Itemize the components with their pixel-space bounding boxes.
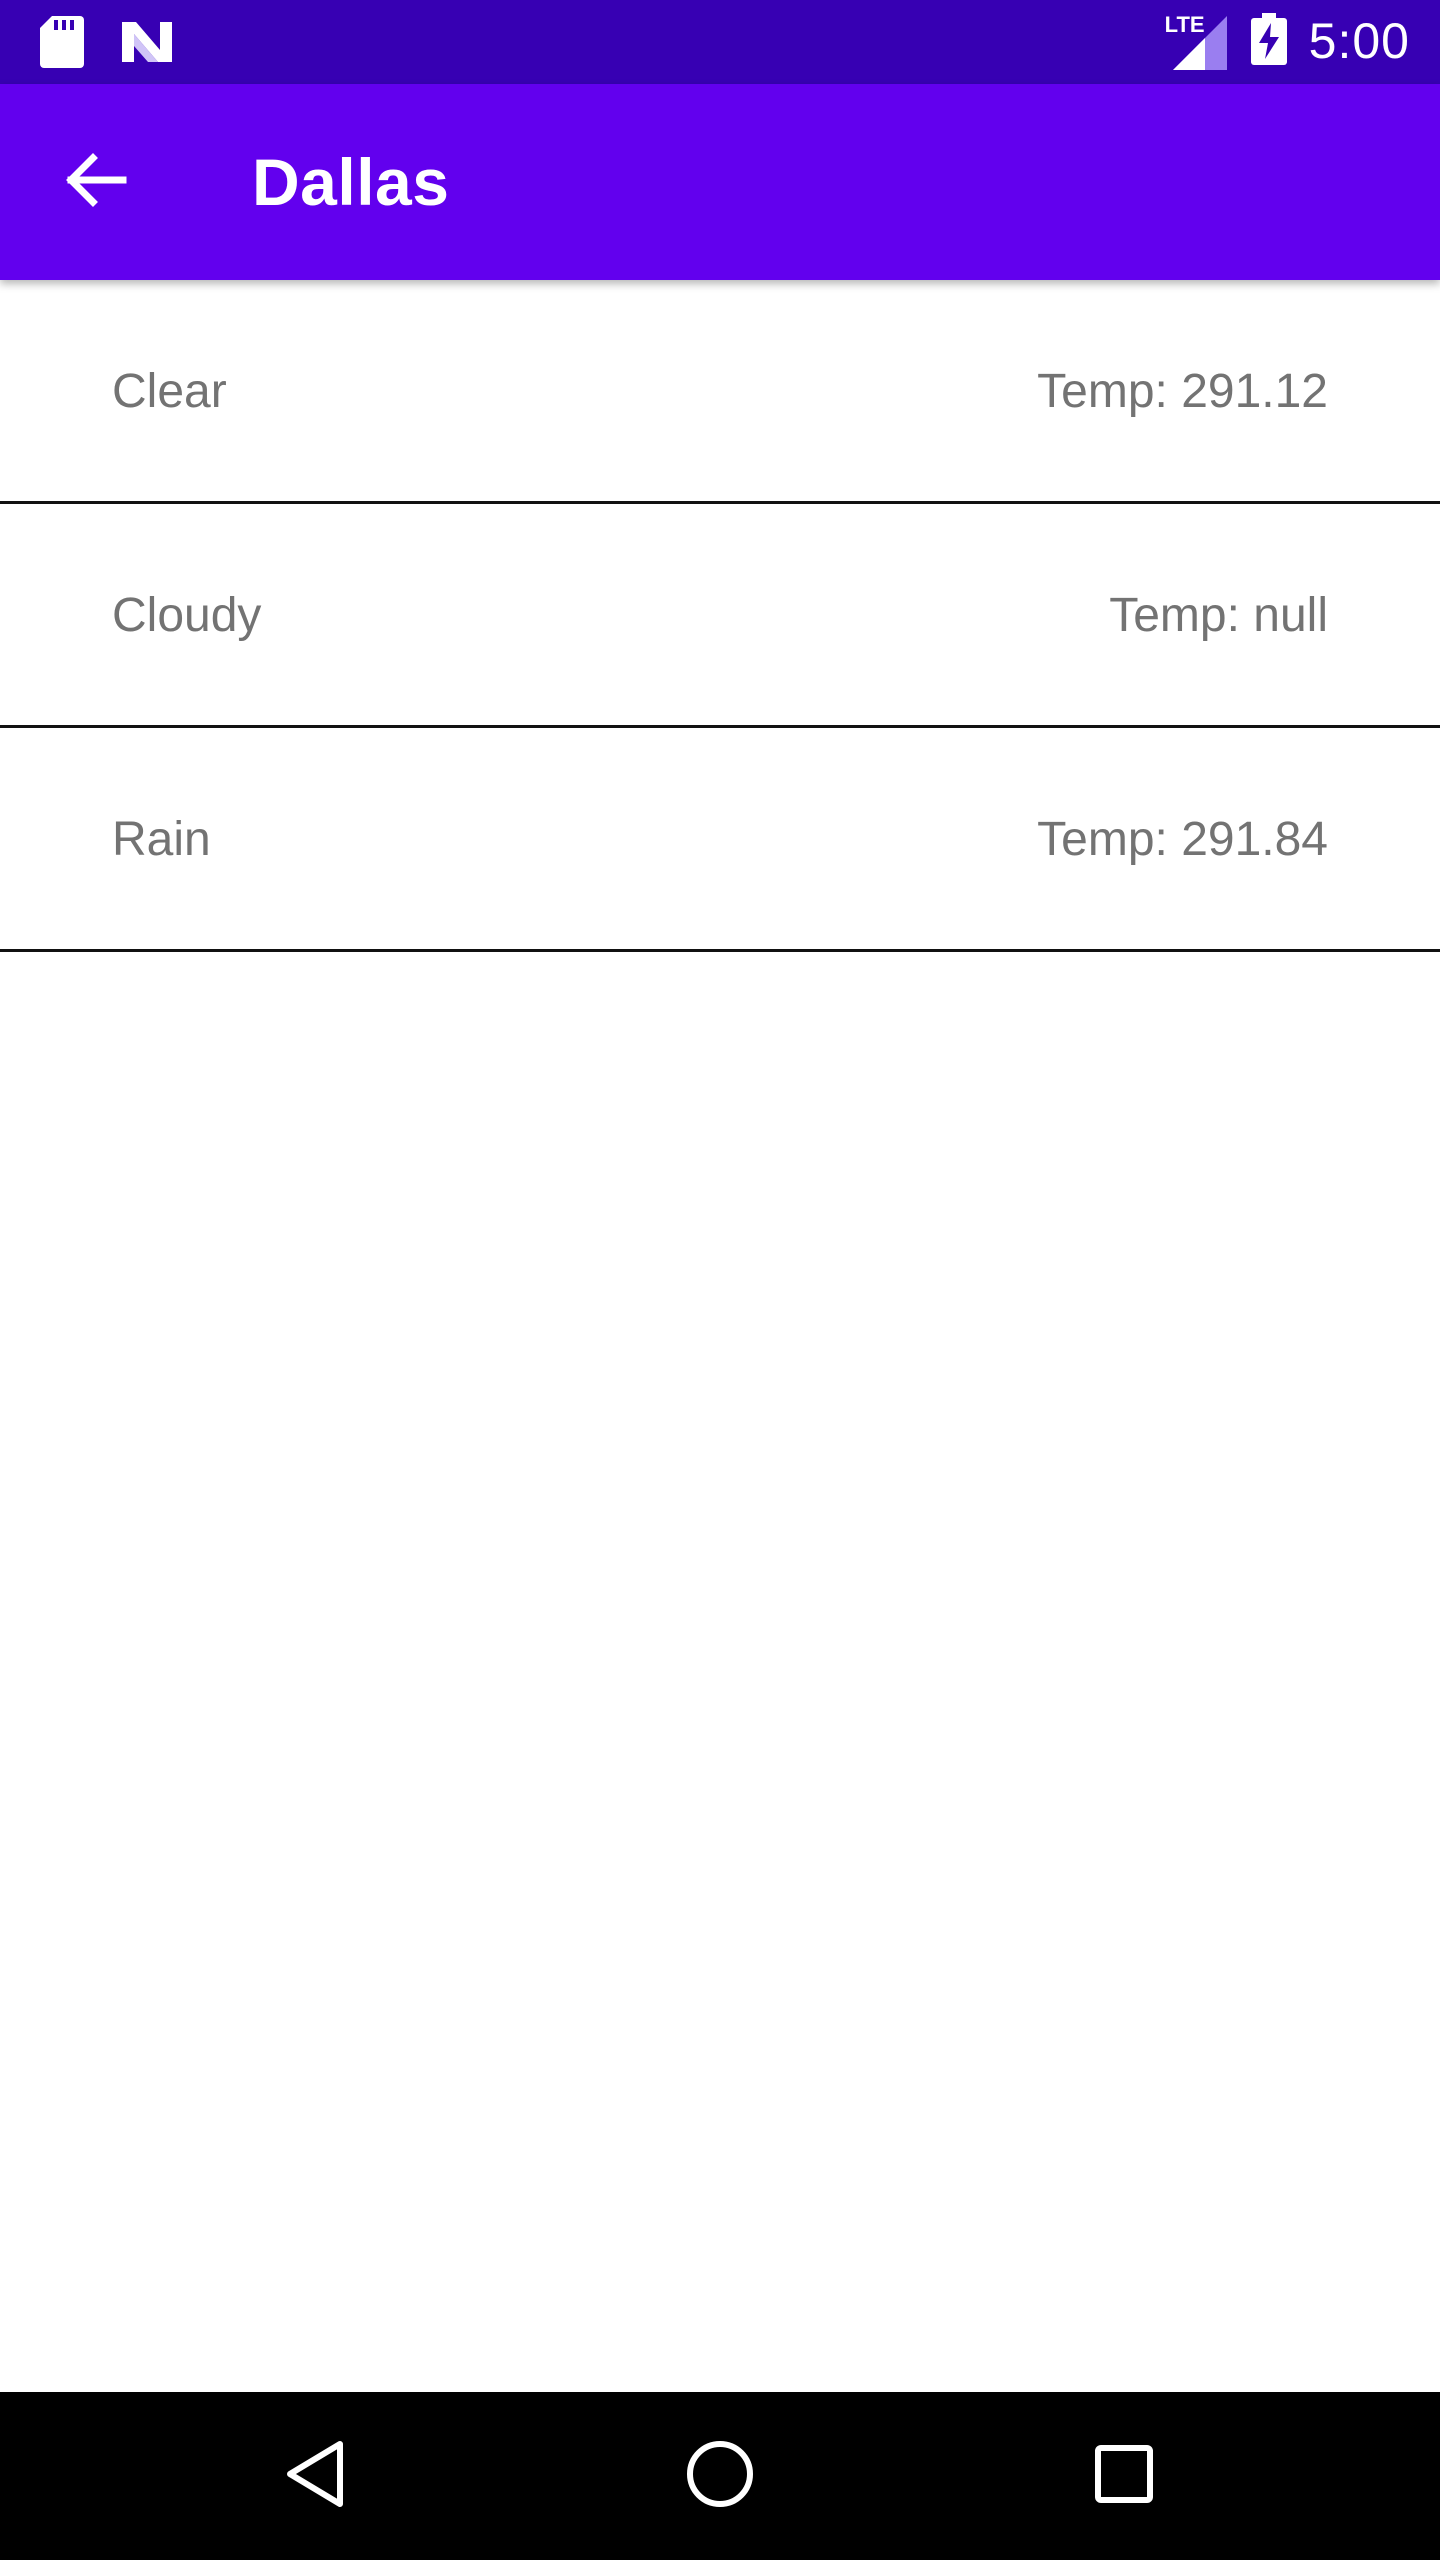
status-bar: LTE 5:00 (0, 0, 1440, 84)
temperature-value: Temp: 291.84 (1037, 813, 1328, 866)
recents-square-icon (1093, 2443, 1155, 2510)
home-circle-icon (685, 2439, 755, 2514)
list-item[interactable]: Clear Temp: 291.12 (0, 280, 1440, 504)
forecast-list: Clear Temp: 291.12 Cloudy Temp: null Rai… (0, 280, 1440, 952)
list-item[interactable]: Cloudy Temp: null (0, 504, 1440, 728)
weather-condition: Clear (112, 365, 227, 418)
nav-recents-button[interactable] (1074, 2426, 1174, 2526)
temperature-value: Temp: 291.12 (1037, 365, 1328, 418)
signal-icon: LTE (1165, 10, 1229, 72)
temperature-value: Temp: null (1109, 589, 1328, 642)
navigation-bar (0, 2392, 1440, 2560)
nav-home-button[interactable] (670, 2426, 770, 2526)
status-time: 5:00 (1308, 13, 1410, 69)
list-item[interactable]: Rain Temp: 291.84 (0, 728, 1440, 952)
weather-condition: Cloudy (112, 589, 262, 642)
weather-condition: Rain (112, 813, 211, 866)
back-button[interactable] (50, 142, 140, 222)
page-title: Dallas (252, 145, 450, 219)
n-logo-icon (120, 20, 174, 69)
battery-charging-icon (1250, 12, 1287, 70)
back-triangle-icon (284, 2438, 348, 2515)
arrow-back-icon (63, 152, 127, 213)
sd-card-icon (40, 16, 84, 73)
app-bar: Dallas (0, 84, 1440, 280)
nav-back-button[interactable] (266, 2426, 366, 2526)
